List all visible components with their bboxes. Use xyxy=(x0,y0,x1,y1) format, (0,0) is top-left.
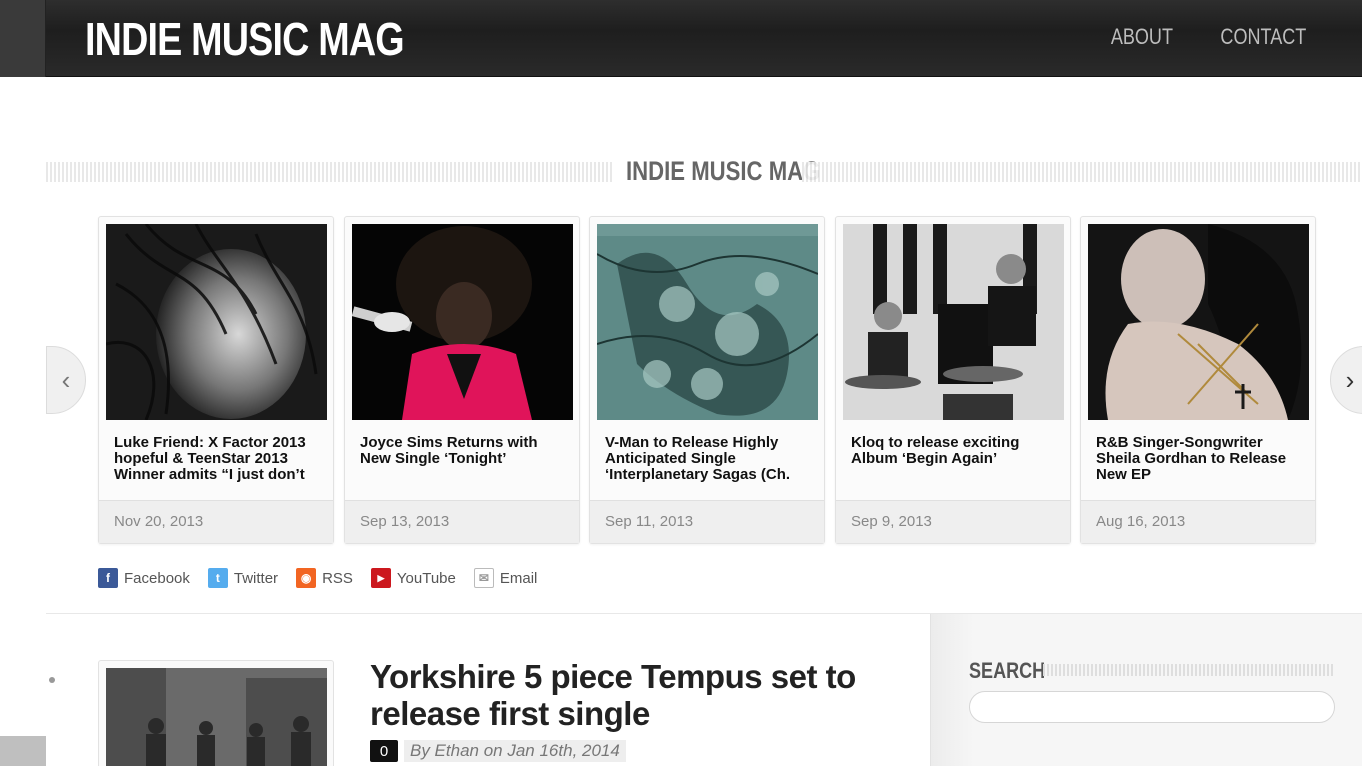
social-rss-link[interactable]: ◉ RSS xyxy=(296,568,353,588)
social-youtube-link[interactable]: ▶ YouTube xyxy=(370,568,456,588)
site-header: INDIE MUSIC MAG ABOUT CONTACT xyxy=(0,0,1362,77)
card-date: Sep 13, 2013 xyxy=(345,500,579,543)
carousel-card[interactable]: Luke Friend: X Factor 2013 hopeful & Tee… xyxy=(98,216,334,544)
card-title[interactable]: V-Man to Release Highly Anticipated Sing… xyxy=(605,435,811,485)
card-title[interactable]: Kloq to release exciting Album ‘Begin Ag… xyxy=(851,435,1057,485)
card-thumbnail[interactable] xyxy=(352,224,573,420)
sidebar: SEARCH xyxy=(930,614,1362,766)
social-label: Twitter xyxy=(233,569,279,587)
card-thumbnail[interactable] xyxy=(843,224,1064,420)
facebook-icon: f xyxy=(98,568,118,588)
card-date: Aug 16, 2013 xyxy=(1081,500,1315,543)
card-date: Nov 20, 2013 xyxy=(99,500,333,543)
section-title: INDIE MUSIC MAG xyxy=(626,156,821,186)
card-date: Sep 11, 2013 xyxy=(590,500,824,543)
carousel-prev-button[interactable]: ‹ xyxy=(46,346,86,414)
chevron-right-icon: › xyxy=(1345,364,1355,395)
card-date: Sep 9, 2013 xyxy=(836,500,1070,543)
post-title[interactable]: Yorkshire 5 piece Tempus set to release … xyxy=(370,658,910,732)
post-thumbnail[interactable] xyxy=(98,660,334,766)
carousel-card[interactable]: Joyce Sims Returns with New Single ‘Toni… xyxy=(344,216,580,544)
carousel-next-button[interactable]: › xyxy=(1330,346,1362,414)
search-input[interactable] xyxy=(969,691,1335,723)
social-email-link[interactable]: ✉ Email xyxy=(473,568,538,588)
card-title[interactable]: R&B Singer-Songwriter Sheila Gordhan to … xyxy=(1096,435,1302,485)
title-stripe-left xyxy=(46,162,614,182)
card-thumbnail[interactable] xyxy=(597,224,818,420)
nav-contact-link[interactable]: CONTACT xyxy=(1221,24,1307,50)
social-label: Email xyxy=(499,569,538,587)
comment-count-badge[interactable]: 0 xyxy=(370,740,398,762)
social-links: f Facebook t Twitter ◉ RSS ▶ YouTube ✉ E… xyxy=(98,568,537,588)
site-logo[interactable]: INDIE MUSIC MAG xyxy=(85,12,405,66)
social-label: RSS xyxy=(322,569,353,587)
social-twitter-link[interactable]: t Twitter xyxy=(207,568,279,588)
social-label: YouTube xyxy=(396,569,456,587)
post-meta: By Ethan on Jan 16th, 2014 xyxy=(404,740,626,762)
title-stripe-right xyxy=(802,162,1362,182)
social-facebook-link[interactable]: f Facebook xyxy=(98,568,190,588)
card-title[interactable]: Joyce Sims Returns with New Single ‘Toni… xyxy=(360,435,566,485)
twitter-icon: t xyxy=(207,568,228,588)
chevron-left-icon: ‹ xyxy=(61,364,71,395)
rss-icon: ◉ xyxy=(296,568,317,588)
carousel-card[interactable]: V-Man to Release Highly Anticipated Sing… xyxy=(589,216,825,544)
youtube-icon: ▶ xyxy=(370,568,391,588)
search-widget-title: SEARCH xyxy=(969,658,1046,683)
nav-about-link[interactable]: ABOUT xyxy=(1110,24,1172,50)
widget-title-stripe xyxy=(1043,664,1333,676)
carousel-card[interactable]: R&B Singer-Songwriter Sheila Gordhan to … xyxy=(1080,216,1316,544)
main-nav: ABOUT CONTACT xyxy=(1104,24,1317,50)
carousel-card[interactable]: Kloq to release exciting Album ‘Begin Ag… xyxy=(835,216,1071,544)
card-thumbnail[interactable] xyxy=(1088,224,1309,420)
left-edge-block xyxy=(0,736,46,766)
header-left-edge xyxy=(0,0,46,77)
section-header: INDIE MUSIC MAG xyxy=(46,156,1362,188)
social-label: Facebook xyxy=(124,569,190,587)
email-icon: ✉ xyxy=(473,568,494,588)
card-title[interactable]: Luke Friend: X Factor 2013 hopeful & Tee… xyxy=(114,435,320,485)
card-thumbnail[interactable] xyxy=(106,224,327,420)
post-image[interactable] xyxy=(106,668,327,766)
bullet-dot xyxy=(49,677,55,683)
